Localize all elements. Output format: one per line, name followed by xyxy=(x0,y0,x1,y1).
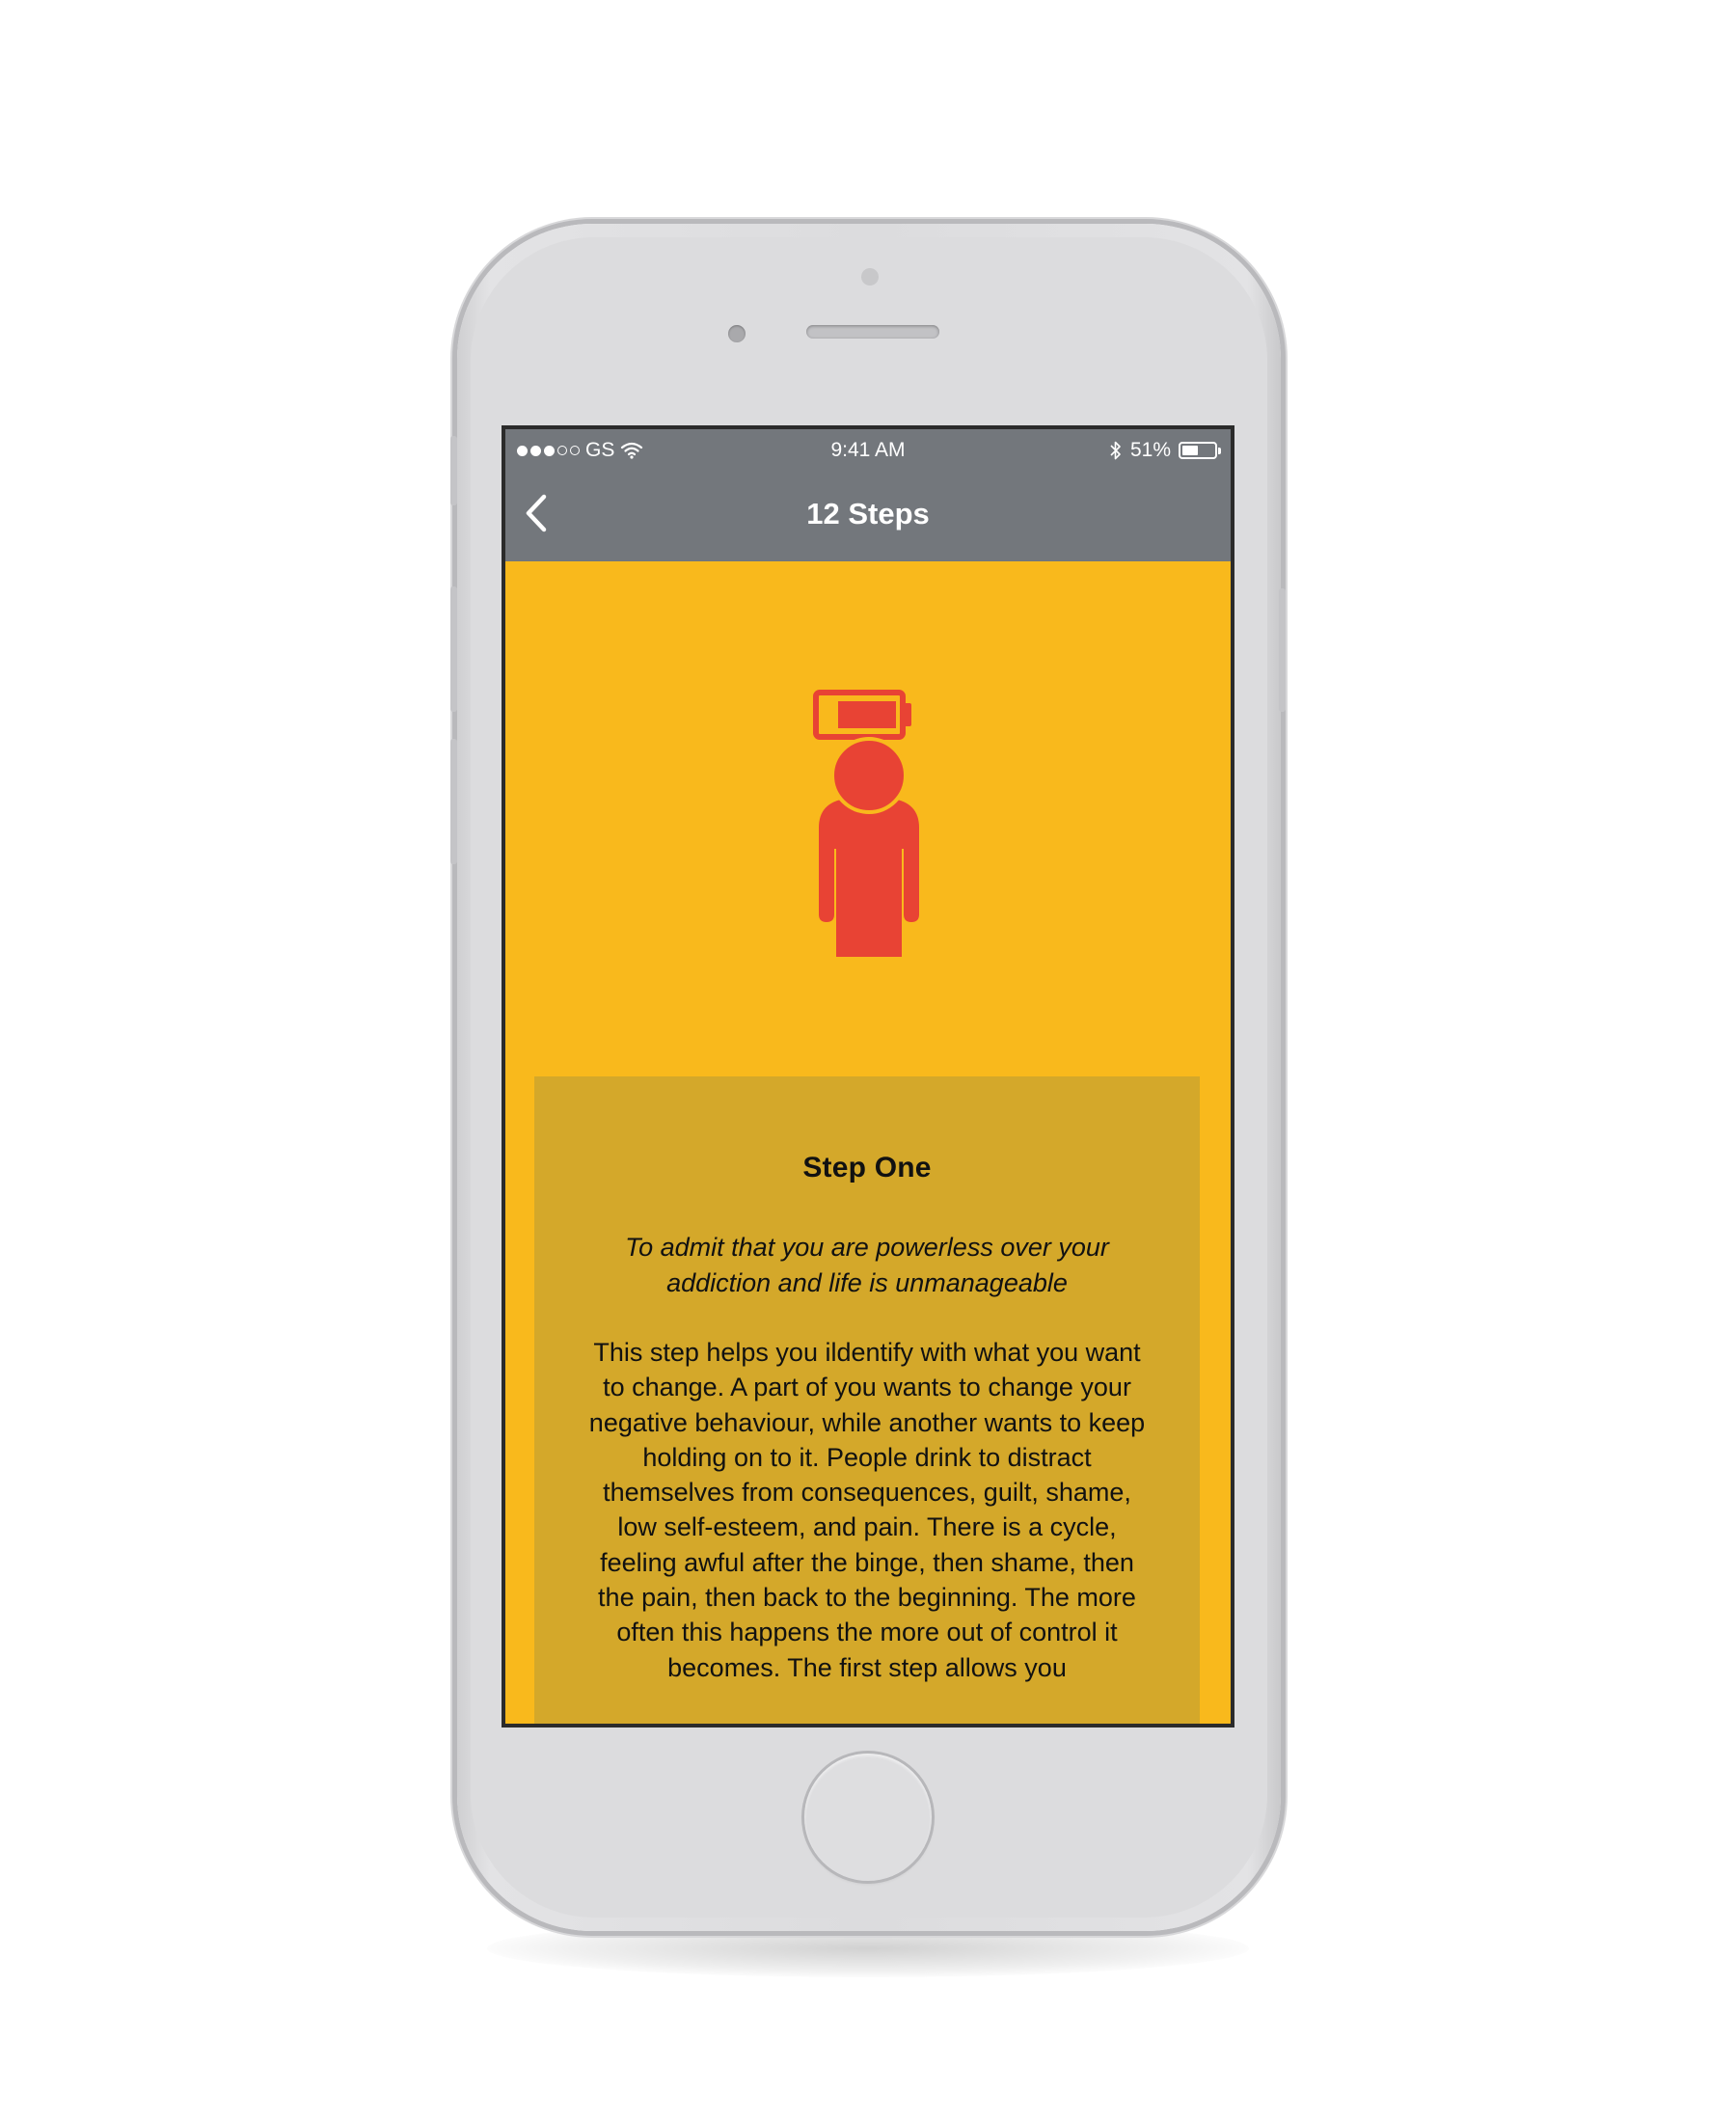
battery-icon xyxy=(1179,442,1221,459)
status-bar: GS 9:41 AM 51% xyxy=(505,429,1231,470)
status-right: 51% xyxy=(1109,439,1221,462)
mockup-stage: GS 9:41 AM 51% 12 Steps Step One To admi… xyxy=(0,0,1736,2122)
step-card: Step One To admit that you are powerless… xyxy=(534,1076,1200,1724)
page-title: 12 Steps xyxy=(806,497,930,530)
nav-bar: 12 Steps xyxy=(505,470,1231,561)
home-button[interactable] xyxy=(804,1754,932,1881)
phone-screen: GS 9:41 AM 51% 12 Steps Step One To admi… xyxy=(502,425,1234,1728)
silent-switch xyxy=(450,436,457,505)
step-description: This step helps you ildentify with what … xyxy=(588,1338,1146,1682)
volume-down-button xyxy=(450,739,457,864)
hero-illustration-area xyxy=(505,561,1231,1056)
power-button xyxy=(1279,588,1286,712)
camera-icon xyxy=(861,268,879,286)
app-screen: GS 9:41 AM 51% 12 Steps Step One To admi… xyxy=(505,429,1231,1724)
battery-level xyxy=(1182,446,1198,455)
person-low-battery-icon xyxy=(813,690,919,957)
front-sensor xyxy=(728,325,746,342)
top-bar: GS 9:41 AM 51% 12 Steps xyxy=(505,429,1231,561)
volume-up-button xyxy=(450,586,457,712)
step-title: Step One xyxy=(802,1152,932,1183)
battery-percent: 51% xyxy=(1129,439,1171,461)
step-subtitle: To admit that you are powerless over you… xyxy=(625,1233,1109,1297)
bluetooth-icon xyxy=(1110,441,1121,460)
earpiece-speaker xyxy=(806,325,939,339)
